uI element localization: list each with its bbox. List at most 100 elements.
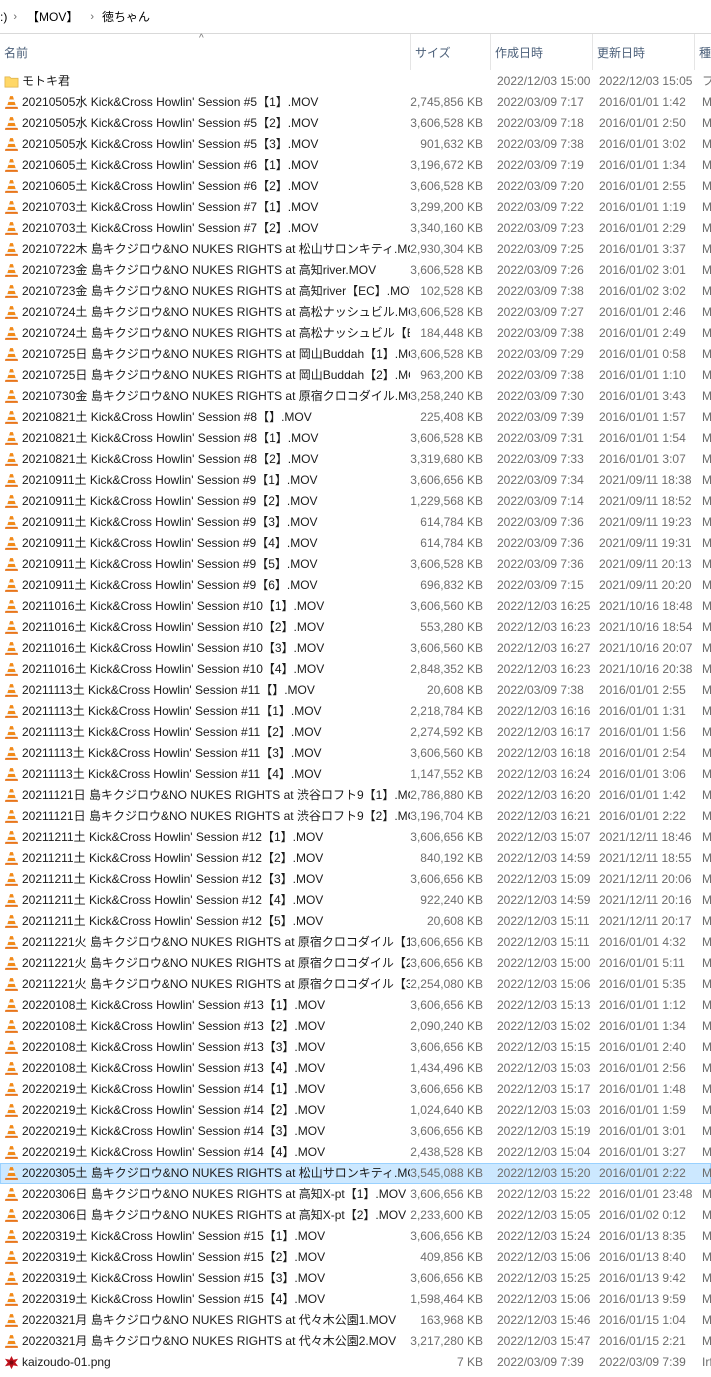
file-row[interactable]: 20220108土 Kick&Cross Howlin' Session #13…	[0, 995, 711, 1016]
file-row[interactable]: 20211113土 Kick&Cross Howlin' Session #11…	[0, 743, 711, 764]
file-row[interactable]: 20211113土 Kick&Cross Howlin' Session #11…	[0, 680, 711, 701]
file-name: 20211221火 島キクジロウ&NO NUKES RIGHTS at 原宿クロ…	[22, 956, 410, 970]
file-row[interactable]: 20210911土 Kick&Cross Howlin' Session #9【…	[0, 533, 711, 554]
file-row[interactable]: 20211016土 Kick&Cross Howlin' Session #10…	[0, 638, 711, 659]
file-row[interactable]: 20210505水 Kick&Cross Howlin' Session #5【…	[0, 92, 711, 113]
file-row[interactable]: 20211211土 Kick&Cross Howlin' Session #12…	[0, 869, 711, 890]
file-row[interactable]: 20211113土 Kick&Cross Howlin' Session #11…	[0, 722, 711, 743]
created-date: 2022/12/03 16:23	[497, 662, 591, 676]
file-row[interactable]: 20210505水 Kick&Cross Howlin' Session #5【…	[0, 113, 711, 134]
file-size: 3,606,656 KB	[410, 830, 483, 844]
file-type: M	[702, 305, 711, 319]
file-row[interactable]: 20220306日 島キクジロウ&NO NUKES RIGHTS at 高知X-…	[0, 1184, 711, 1205]
file-name: 20210911土 Kick&Cross Howlin' Session #9【…	[22, 494, 318, 508]
file-row[interactable]: 20220319土 Kick&Cross Howlin' Session #15…	[0, 1268, 711, 1289]
file-row[interactable]: 20220219土 Kick&Cross Howlin' Session #14…	[0, 1079, 711, 1100]
file-row[interactable]: 20210730金 島キクジロウ&NO NUKES RIGHTS at 原宿クロ…	[0, 386, 711, 407]
file-type: M	[702, 893, 711, 907]
vlc-media-file-icon	[4, 452, 19, 467]
file-row[interactable]: 20220108土 Kick&Cross Howlin' Session #13…	[0, 1037, 711, 1058]
file-row[interactable]: 20220306日 島キクジロウ&NO NUKES RIGHTS at 高知X-…	[0, 1205, 711, 1226]
modified-date: 2016/01/01 1:34	[599, 1019, 686, 1033]
file-row[interactable]: 20220305土 島キクジロウ&NO NUKES RIGHTS at 松山サロ…	[0, 1163, 711, 1184]
column-header-name-label: 名前	[4, 46, 29, 60]
file-name: 20211016土 Kick&Cross Howlin' Session #10…	[22, 620, 325, 634]
file-size: 3,258,240 KB	[410, 389, 483, 403]
file-row[interactable]: 20210605土 Kick&Cross Howlin' Session #6【…	[0, 176, 711, 197]
file-row[interactable]: 20210703土 Kick&Cross Howlin' Session #7【…	[0, 218, 711, 239]
file-row[interactable]: 20210725日 島キクジロウ&NO NUKES RIGHTS at 岡山Bu…	[0, 344, 711, 365]
file-row[interactable]: 20220321月 島キクジロウ&NO NUKES RIGHTS at 代々木公…	[0, 1331, 711, 1352]
file-row[interactable]: 20211211土 Kick&Cross Howlin' Session #12…	[0, 890, 711, 911]
column-header-type[interactable]: 種	[695, 34, 711, 70]
vlc-media-file-icon	[4, 431, 19, 446]
file-row[interactable]: 20210723金 島キクジロウ&NO NUKES RIGHTS at 高知ri…	[0, 281, 711, 302]
created-date: 2022/12/03 15:03	[497, 1061, 591, 1075]
file-row[interactable]: 20211211土 Kick&Cross Howlin' Session #12…	[0, 848, 711, 869]
file-size: 553,280 KB	[420, 620, 483, 634]
file-row[interactable]: 20211016土 Kick&Cross Howlin' Session #10…	[0, 596, 711, 617]
file-row[interactable]: 20210724土 島キクジロウ&NO NUKES RIGHTS at 高松ナッ…	[0, 323, 711, 344]
file-row[interactable]: 20210722木 島キクジロウ&NO NUKES RIGHTS at 松山サロ…	[0, 239, 711, 260]
column-header-size[interactable]: サイズ	[411, 34, 491, 70]
file-row[interactable]: 20220319土 Kick&Cross Howlin' Session #15…	[0, 1247, 711, 1268]
file-row[interactable]: 20211221火 島キクジロウ&NO NUKES RIGHTS at 原宿クロ…	[0, 932, 711, 953]
column-header-name[interactable]: 名前 ^	[0, 33, 411, 70]
file-row[interactable]: 20210911土 Kick&Cross Howlin' Session #9【…	[0, 575, 711, 596]
breadcrumb-item-root[interactable]: :)	[0, 10, 7, 24]
file-row[interactable]: 20210505水 Kick&Cross Howlin' Session #5【…	[0, 134, 711, 155]
folder-row[interactable]: モトキ君 2022/12/03 15:00 2022/12/03 15:05 フ	[0, 71, 711, 92]
file-row[interactable]: 20210911土 Kick&Cross Howlin' Session #9【…	[0, 491, 711, 512]
file-row[interactable]: 20210724土 島キクジロウ&NO NUKES RIGHTS at 高松ナッ…	[0, 302, 711, 323]
file-row[interactable]: 20210605土 Kick&Cross Howlin' Session #6【…	[0, 155, 711, 176]
vlc-media-file-icon	[4, 809, 19, 824]
file-row[interactable]: 20211221火 島キクジロウ&NO NUKES RIGHTS at 原宿クロ…	[0, 953, 711, 974]
breadcrumb-item-current[interactable]: 徳ちゃん	[102, 8, 150, 25]
file-row[interactable]: 20210911土 Kick&Cross Howlin' Session #9【…	[0, 470, 711, 491]
file-row[interactable]: 20220219土 Kick&Cross Howlin' Session #14…	[0, 1121, 711, 1142]
file-type: M	[702, 1271, 711, 1285]
file-row[interactable]: 20220319土 Kick&Cross Howlin' Session #15…	[0, 1226, 711, 1247]
file-row[interactable]: 20210821土 Kick&Cross Howlin' Session #8【…	[0, 428, 711, 449]
file-type: M	[702, 179, 711, 193]
file-type: M	[702, 662, 711, 676]
file-row[interactable]: 20220219土 Kick&Cross Howlin' Session #14…	[0, 1100, 711, 1121]
file-row[interactable]: kaizoudo-01.png 7 KB 2022/03/09 7:39 2022/0…	[0, 1352, 711, 1373]
file-list: モトキ君 2022/12/03 15:00 2022/12/03 15:05 フ 202…	[0, 71, 711, 1373]
file-type: M	[702, 557, 711, 571]
file-row[interactable]: 20211211土 Kick&Cross Howlin' Session #12…	[0, 827, 711, 848]
file-row[interactable]: 20220108土 Kick&Cross Howlin' Session #13…	[0, 1016, 711, 1037]
file-row[interactable]: 20211211土 Kick&Cross Howlin' Session #12…	[0, 911, 711, 932]
file-row[interactable]: 20210821土 Kick&Cross Howlin' Session #8【…	[0, 407, 711, 428]
file-size: 3,606,528 KB	[410, 557, 483, 571]
file-row[interactable]: 20211121日 島キクジロウ&NO NUKES RIGHTS at 渋谷ロフ…	[0, 806, 711, 827]
file-row[interactable]: 20211221火 島キクジロウ&NO NUKES RIGHTS at 原宿クロ…	[0, 974, 711, 995]
modified-date: 2016/01/01 1:48	[599, 1082, 686, 1096]
column-header-created[interactable]: 作成日時	[491, 34, 593, 70]
file-name: 20220108土 Kick&Cross Howlin' Session #13…	[22, 1040, 326, 1054]
file-row[interactable]: 20220108土 Kick&Cross Howlin' Session #13…	[0, 1058, 711, 1079]
modified-date: 2016/01/13 8:35	[599, 1229, 686, 1243]
file-row[interactable]: 20220321月 島キクジロウ&NO NUKES RIGHTS at 代々木公…	[0, 1310, 711, 1331]
file-row[interactable]: 20211113土 Kick&Cross Howlin' Session #11…	[0, 701, 711, 722]
vlc-media-file-icon	[4, 284, 19, 299]
file-row[interactable]: 20210723金 島キクジロウ&NO NUKES RIGHTS at 高知ri…	[0, 260, 711, 281]
file-row[interactable]: 20211113土 Kick&Cross Howlin' Session #11…	[0, 764, 711, 785]
file-row[interactable]: 20210911土 Kick&Cross Howlin' Session #9【…	[0, 512, 711, 533]
created-date: 2022/12/03 16:21	[497, 809, 591, 823]
breadcrumb-item-mov[interactable]: 【MOV】	[27, 8, 78, 25]
file-row[interactable]: 20210725日 島キクジロウ&NO NUKES RIGHTS at 岡山Bu…	[0, 365, 711, 386]
file-row[interactable]: 20210703土 Kick&Cross Howlin' Session #7【…	[0, 197, 711, 218]
file-row[interactable]: 20211016土 Kick&Cross Howlin' Session #10…	[0, 659, 711, 680]
file-row[interactable]: 20210821土 Kick&Cross Howlin' Session #8【…	[0, 449, 711, 470]
file-row[interactable]: 20220319土 Kick&Cross Howlin' Session #15…	[0, 1289, 711, 1310]
file-row[interactable]: 20211121日 島キクジロウ&NO NUKES RIGHTS at 渋谷ロフ…	[0, 785, 711, 806]
column-header-modified[interactable]: 更新日時	[593, 34, 695, 70]
file-row[interactable]: 20211016土 Kick&Cross Howlin' Session #10…	[0, 617, 711, 638]
file-row[interactable]: 20220219土 Kick&Cross Howlin' Session #14…	[0, 1142, 711, 1163]
created-date: 2022/03/09 7:31	[497, 431, 584, 445]
file-size: 3,606,656 KB	[410, 1187, 483, 1201]
file-row[interactable]: 20210911土 Kick&Cross Howlin' Session #9【…	[0, 554, 711, 575]
file-type: M	[702, 431, 711, 445]
file-type: M	[702, 998, 711, 1012]
